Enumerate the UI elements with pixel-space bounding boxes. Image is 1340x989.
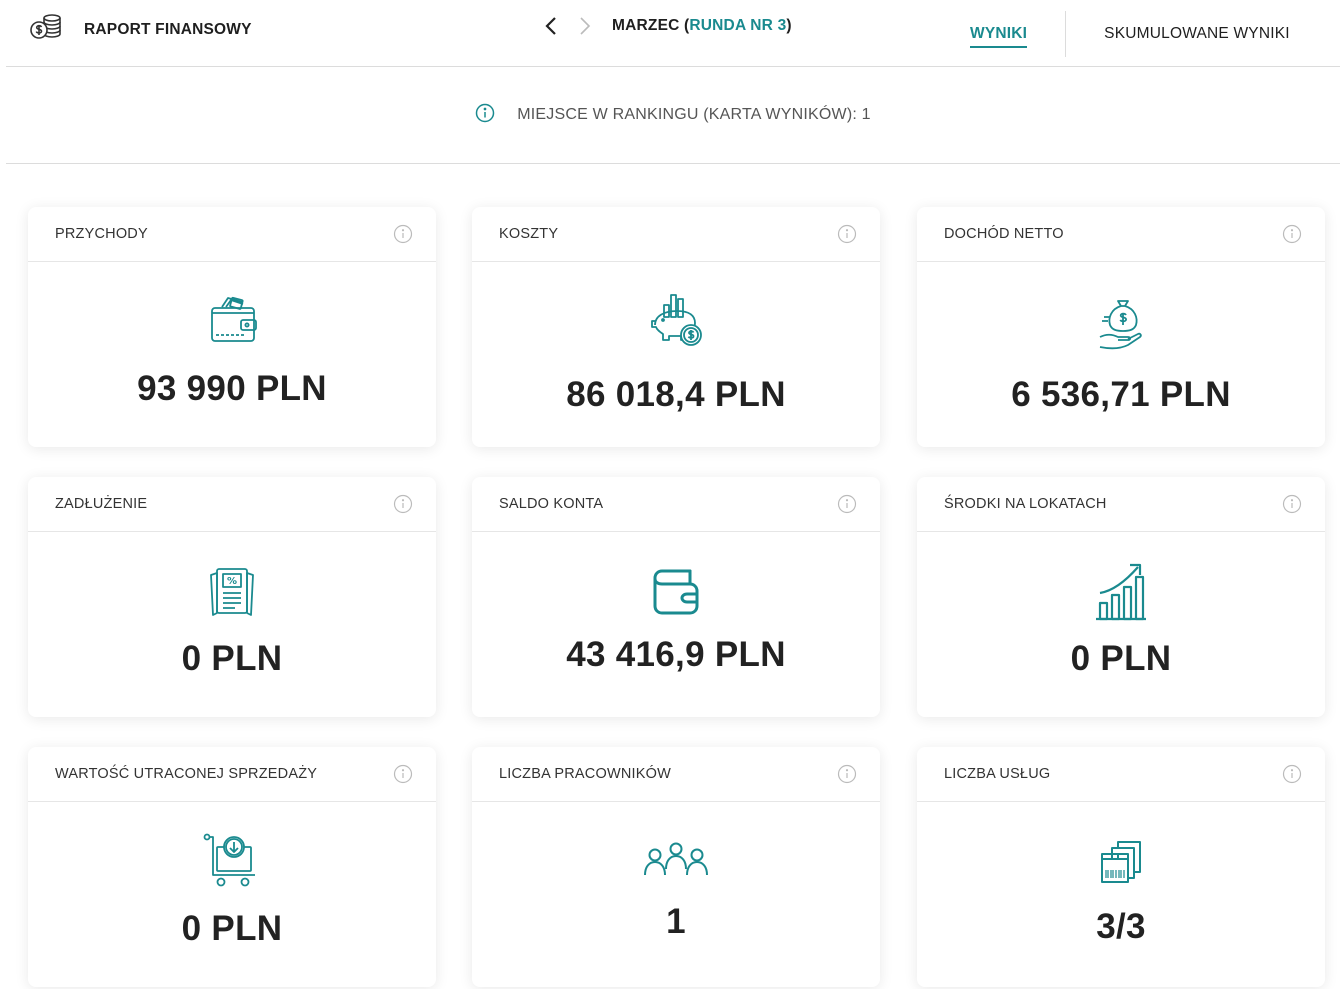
ranking-bar: MIEJSCE W RANKINGU (KARTA WYNIKÓW): 1 (6, 67, 1340, 164)
next-period-button[interactable] (576, 12, 594, 40)
card-value: 0 PLN (181, 639, 283, 678)
card-label: ŚRODKI NA LOKATACH (944, 496, 1107, 512)
period-round: RUNDA NR 3 (689, 17, 787, 34)
card-net-income: DOCHÓD NETTO 6 536,71 PLN (917, 207, 1325, 447)
card-value: 0 PLN (181, 909, 283, 948)
info-icon[interactable] (1281, 763, 1303, 785)
top-bar: RAPORT FINANSOWY MARZEC (RUNDA NR 3) WYN… (6, 0, 1340, 67)
info-icon[interactable] (836, 223, 858, 245)
card-header: ZADŁUŻENIE (28, 477, 436, 532)
card-label: PRZYCHODY (55, 226, 148, 242)
card-services: LICZBA USŁUG 3/3 (917, 747, 1325, 987)
wallet-icon (641, 557, 711, 627)
card-revenue: PRZYCHODY 93 990 PLN (28, 207, 436, 447)
card-header: LICZBA USŁUG (917, 747, 1325, 802)
info-icon[interactable] (392, 223, 414, 245)
card-value: 86 018,4 PLN (566, 375, 786, 414)
piggy-bank-chart-icon (641, 287, 711, 357)
info-icon[interactable] (1281, 223, 1303, 245)
cart-download-icon (197, 827, 267, 897)
card-value: 1 (666, 902, 686, 941)
period-close: ) (786, 17, 792, 34)
period-label: MARZEC (RUNDA NR 3) (612, 17, 792, 35)
card-header: LICZBA PRACOWNIKÓW (472, 747, 880, 802)
result-tabs: WYNIKI SKUMULOWANE WYNIKI (970, 0, 1290, 67)
card-value: 93 990 PLN (137, 369, 327, 408)
chevron-right-icon (580, 17, 591, 35)
tab-results[interactable]: WYNIKI (970, 0, 1028, 67)
ranking-text: MIEJSCE W RANKINGU (KARTA WYNIKÓW): 1 (517, 106, 871, 123)
info-icon[interactable] (836, 493, 858, 515)
info-icon[interactable] (475, 103, 495, 128)
card-costs: KOSZTY 86 018,4 PLN (472, 207, 880, 447)
period-month: MARZEC ( (612, 17, 690, 34)
info-icon[interactable] (1281, 493, 1303, 515)
card-header: WARTOŚĆ UTRACONEJ SPRZEDAŻY (28, 747, 436, 802)
card-deposits: ŚRODKI NA LOKATACH 0 PLN (917, 477, 1325, 717)
packages-icon (1086, 832, 1156, 902)
brand: RAPORT FINANSOWY (28, 12, 252, 47)
info-icon[interactable] (392, 493, 414, 515)
coins-icon (28, 12, 64, 47)
growth-chart-icon (1086, 557, 1156, 627)
percent-document-icon: % (197, 559, 267, 629)
card-value: 0 PLN (1070, 639, 1172, 678)
tab-cumulative-results[interactable]: SKUMULOWANE WYNIKI (1104, 0, 1290, 67)
wallet-cash-icon (197, 289, 267, 359)
card-account-balance: SALDO KONTA 43 416,9 PLN (472, 477, 880, 717)
money-bag-hand-icon (1086, 289, 1156, 359)
card-value: 3/3 (1096, 907, 1146, 946)
previous-period-button[interactable] (542, 12, 560, 40)
card-label: DOCHÓD NETTO (944, 226, 1064, 242)
card-value: 43 416,9 PLN (566, 635, 786, 674)
card-label: SALDO KONTA (499, 496, 604, 512)
info-icon[interactable] (392, 763, 414, 785)
card-label: ZADŁUŻENIE (55, 496, 148, 512)
svg-text:%: % (227, 576, 237, 587)
tab-divider (1065, 10, 1067, 57)
card-debt: ZADŁUŻENIE % 0 PLN (28, 477, 436, 717)
card-label: KOSZTY (499, 226, 559, 242)
info-icon[interactable] (836, 763, 858, 785)
chevron-left-icon (545, 17, 556, 35)
card-lost-sales: WARTOŚĆ UTRACONEJ SPRZEDAŻY 0 PLN (28, 747, 436, 987)
card-label: LICZBA USŁUG (944, 766, 1051, 782)
card-header: DOCHÓD NETTO (917, 207, 1325, 262)
card-label: WARTOŚĆ UTRACONEJ SPRZEDAŻY (55, 766, 318, 782)
card-header: PRZYCHODY (28, 207, 436, 262)
card-header: KOSZTY (472, 207, 880, 262)
page-title: RAPORT FINANSOWY (84, 20, 252, 38)
card-header: SALDO KONTA (472, 477, 880, 532)
period-navigation: MARZEC (RUNDA NR 3) (542, 12, 792, 40)
card-value: 6 536,71 PLN (1011, 375, 1231, 414)
card-employees: LICZBA PRACOWNIKÓW 1 (472, 747, 880, 987)
card-header: ŚRODKI NA LOKATACH (917, 477, 1325, 532)
card-label: LICZBA PRACOWNIKÓW (499, 766, 671, 782)
team-icon (641, 827, 711, 897)
